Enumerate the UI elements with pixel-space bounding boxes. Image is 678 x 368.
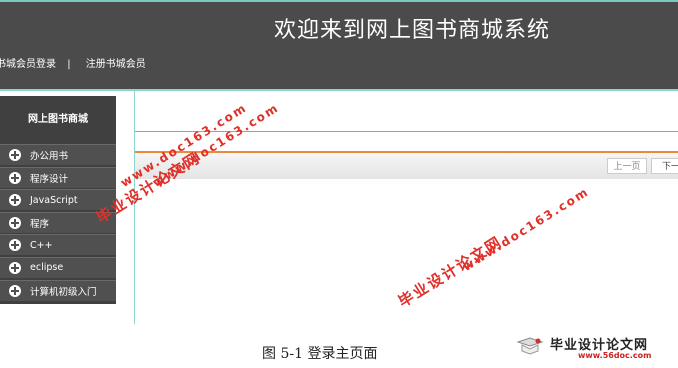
header-divider: [0, 89, 678, 91]
watermark-url: www.doc163.com: [460, 184, 592, 274]
category-label: 程序设计: [30, 173, 69, 185]
prev-page-button[interactable]: 上一页: [607, 158, 647, 174]
member-register-link[interactable]: 注册书城会员: [86, 59, 146, 70]
category-item[interactable]: 办公用书: [0, 144, 116, 165]
expand-plus-icon[interactable]: [9, 171, 21, 184]
category-item[interactable]: C++: [0, 234, 116, 256]
logo-url: www.56doc.com: [578, 351, 652, 360]
category-label: 计算机初级入门: [30, 286, 97, 298]
top-nav: 书城会员登录 | 注册书城会员: [0, 55, 154, 70]
expand-plus-icon[interactable]: [9, 194, 21, 207]
expand-plus-icon[interactable]: [9, 149, 21, 161]
category-label: JavaScript: [30, 194, 78, 206]
expand-plus-icon[interactable]: [9, 261, 21, 274]
site-header: 欢迎来到网上图书商城系统 书城会员登录 | 注册书城会员: [0, 0, 678, 89]
expand-plus-icon[interactable]: [9, 216, 21, 229]
figure-caption: 图 5-1 登录主页面: [262, 346, 378, 362]
logo-icon: [516, 337, 544, 355]
category-label: 办公用书: [30, 151, 69, 162]
category-label: eclipse: [30, 262, 64, 274]
category-item[interactable]: eclipse: [0, 256, 116, 278]
category-item[interactable]: 程序设计: [0, 166, 116, 188]
sidebar-heading: 网上图书商城: [28, 114, 88, 125]
category-label: C++: [30, 239, 53, 251]
category-item[interactable]: 计算机初级入门: [0, 279, 116, 301]
category-label: 程序: [30, 218, 50, 230]
next-page-button[interactable]: 下一: [651, 158, 678, 174]
category-sidebar: 网上图书商城 办公用书 程序设计 JavaScript 程序 C++ eclip…: [0, 96, 116, 304]
member-login-link[interactable]: 书城会员登录: [0, 59, 56, 70]
site-title: 欢迎来到网上图书商城系统: [274, 18, 551, 43]
nav-separator: |: [67, 59, 71, 70]
expand-plus-icon[interactable]: [9, 239, 21, 252]
pager-bar: [135, 153, 678, 179]
expand-plus-icon[interactable]: [9, 284, 21, 297]
